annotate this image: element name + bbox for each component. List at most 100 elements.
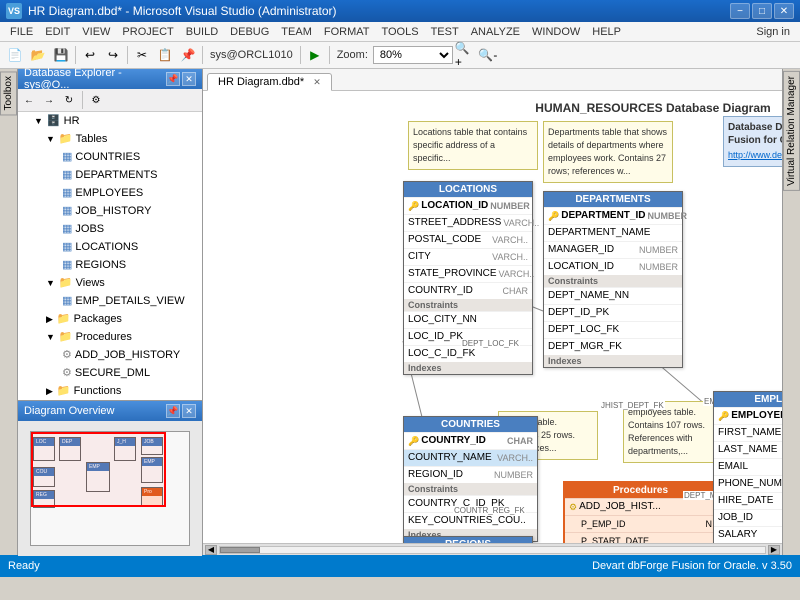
tree-item-hr[interactable]: ▼ 🗄️ HR	[18, 112, 202, 130]
explorer-forward-button[interactable]: →	[40, 91, 58, 109]
table-dept-const4[interactable]: DEPT_MGR_FK	[544, 338, 682, 355]
table-departments-location[interactable]: LOCATION_ID NUMBER	[544, 258, 682, 275]
toolbox-tab[interactable]: Toolbox	[0, 71, 17, 115]
close-button[interactable]: ✕	[774, 3, 794, 19]
overview-canvas[interactable]: LOC DEP COU REG	[18, 421, 202, 556]
table-countries-id[interactable]: 🔑 COUNTRY_ID CHAR	[404, 432, 537, 449]
scroll-right-button[interactable]: ▶	[768, 545, 780, 555]
table-departments-name[interactable]: DEPARTMENT_NAME	[544, 224, 682, 241]
menu-edit[interactable]: EDIT	[39, 24, 76, 40]
maximize-button[interactable]: □	[752, 3, 772, 19]
table-locations-state[interactable]: STATE_PROVINCE VARCH..	[404, 265, 532, 282]
table-locations-location-id[interactable]: 🔑 LOCATION_ID NUMBER	[404, 197, 532, 214]
menu-build[interactable]: BUILD	[180, 24, 224, 40]
table-countries-name[interactable]: COUNTRY_NAME VARCH..	[404, 449, 537, 466]
tree-item-regions[interactable]: ▦ REGIONS	[18, 256, 202, 274]
virtual-relation-manager-tab[interactable]: Virtual Relation Manager	[783, 71, 800, 191]
explorer-filter-button[interactable]: ⚙	[87, 91, 105, 109]
tree-item-tables[interactable]: ▼ 📁 Tables	[18, 130, 202, 148]
explorer-back-button[interactable]: ←	[20, 91, 38, 109]
tree-item-emp-details-view[interactable]: ▦ EMP_DETAILS_VIEW	[18, 292, 202, 310]
zoom-select[interactable]: 80% 100% 150% 50%	[373, 46, 453, 64]
table-dept-const1[interactable]: DEPT_NAME_NN	[544, 287, 682, 304]
table-dept-const3[interactable]: DEPT_LOC_FK	[544, 321, 682, 338]
table-countries[interactable]: COUNTRIES 🔑 COUNTRY_ID CHAR COUNTRY_NAME…	[403, 416, 538, 542]
table-locations-country[interactable]: COUNTRY_ID CHAR	[404, 282, 532, 299]
table-dept-const2[interactable]: DEPT_ID_PK	[544, 304, 682, 321]
proc-add-job[interactable]: ⚙ ADD_JOB_HIST...	[565, 498, 716, 515]
minimize-button[interactable]: −	[730, 3, 750, 19]
horizontal-scrollbar[interactable]: ◀ ▶	[203, 543, 782, 555]
table-employees-emp-id[interactable]: 🔑 EMPLOYEE_ID NUMBER	[714, 407, 782, 424]
table-locations-postal[interactable]: POSTAL_CODE VARCH..	[404, 231, 532, 248]
table-locations-street[interactable]: STREET_ADDRESS VARCH..	[404, 214, 532, 231]
save-button[interactable]: 💾	[50, 45, 72, 65]
table-departments[interactable]: DEPARTMENTS 🔑 DEPARTMENT_ID NUMBER DEPAR…	[543, 191, 683, 368]
table-departments-dept-id[interactable]: 🔑 DEPARTMENT_ID NUMBER	[544, 207, 682, 224]
new-project-button[interactable]: 📄	[4, 45, 26, 65]
overview-viewport[interactable]	[31, 432, 166, 507]
tree-item-job-history[interactable]: ▦ JOB_HISTORY	[18, 202, 202, 220]
overview-minimap[interactable]: LOC DEP COU REG	[30, 431, 190, 546]
run-button[interactable]: ▶	[304, 45, 326, 65]
tree-item-secure-dml[interactable]: ⚙ SECURE_DML	[18, 364, 202, 382]
panel-close-button[interactable]: ✕	[182, 72, 196, 86]
tab-hr-diagram[interactable]: HR Diagram.dbd* ✕	[207, 73, 332, 91]
table-emp-phone[interactable]: PHONE_NUMBERVARCHAR2	[714, 475, 782, 492]
zoom-out-button[interactable]: 🔍-	[477, 45, 499, 65]
panel-pin-button[interactable]: 📌	[166, 72, 180, 86]
paste-button[interactable]: 📌	[177, 45, 199, 65]
table-regions[interactable]: REGIONS 🔑 REGION_ID NUMBER REGION_NAME V…	[403, 536, 533, 543]
tree-item-packages[interactable]: ▶ 📁 Packages	[18, 310, 202, 328]
menu-file[interactable]: FILE	[4, 24, 39, 40]
table-employees[interactable]: EMPLOYEES 🔑 EMPLOYEE_ID NUMBER FIRST_NAM…	[713, 391, 782, 543]
explorer-refresh-button[interactable]: ↻	[60, 91, 78, 109]
menu-team[interactable]: TEAM	[275, 24, 318, 40]
scroll-thumb[interactable]	[220, 547, 260, 553]
cut-button[interactable]: ✂	[131, 45, 153, 65]
scroll-track[interactable]	[219, 546, 766, 554]
tab-hr-diagram-close[interactable]: ✕	[313, 77, 321, 87]
tree-item-views[interactable]: ▼ 📁 Views	[18, 274, 202, 292]
tree-item-departments[interactable]: ▦ DEPARTMENTS	[18, 166, 202, 184]
tree-item-functions[interactable]: ▶ 📁 Functions	[18, 382, 202, 400]
table-emp-job-id[interactable]: JOB_IDVARCHAR2	[714, 509, 782, 526]
menu-window[interactable]: WINDOW	[526, 24, 586, 40]
menu-analyze[interactable]: ANALYZE	[465, 24, 526, 40]
redo-button[interactable]: ↪	[102, 45, 124, 65]
tree-item-jobs[interactable]: ▦ JOBS	[18, 220, 202, 238]
tree-item-procedures[interactable]: ▼ 📁 Procedures	[18, 328, 202, 346]
open-button[interactable]: 📂	[27, 45, 49, 65]
overview-close-button[interactable]: ✕	[182, 404, 196, 418]
scroll-left-button[interactable]: ◀	[205, 545, 217, 555]
signin-button[interactable]: Sign in	[750, 24, 796, 40]
menu-help[interactable]: HELP	[586, 24, 627, 40]
table-locations-const1[interactable]: LOC_CITY_NN	[404, 311, 532, 328]
table-locations-city[interactable]: CITY VARCH..	[404, 248, 532, 265]
diagram-area[interactable]: HUMAN_RESOURCES Database Diagram	[203, 91, 782, 543]
menu-test[interactable]: TEST	[425, 24, 465, 40]
menu-project[interactable]: PROJECT	[116, 24, 179, 40]
table-departments-manager[interactable]: MANAGER_ID NUMBER	[544, 241, 682, 258]
table-emp-salary[interactable]: SALARYNUMBER	[714, 526, 782, 543]
table-emp-first-name[interactable]: FIRST_NAMEVARCHAR2	[714, 424, 782, 441]
tree-item-employees[interactable]: ▦ EMPLOYEES	[18, 184, 202, 202]
menu-tools[interactable]: TOOLS	[375, 24, 424, 40]
undo-button[interactable]: ↩	[79, 45, 101, 65]
table-emp-hire-date[interactable]: HIRE_DATEDATE	[714, 492, 782, 509]
table-countries-region[interactable]: REGION_ID NUMBER	[404, 466, 537, 483]
menu-view[interactable]: VIEW	[76, 24, 116, 40]
tree-item-locations[interactable]: ▦ LOCATIONS	[18, 238, 202, 256]
zoom-in-button[interactable]: 🔍+	[454, 45, 476, 65]
copy-button[interactable]: 📋	[154, 45, 176, 65]
table-emp-email[interactable]: EMAILVARCHAR2	[714, 458, 782, 475]
menu-debug[interactable]: DEBUG	[224, 24, 275, 40]
table-emp-last-name[interactable]: LAST_NAMEVARCHAR2	[714, 441, 782, 458]
overview-pin-button[interactable]: 📌	[166, 404, 180, 418]
tree-item-countries[interactable]: ▦ COUNTRIES	[18, 148, 202, 166]
tree-item-add-job-history[interactable]: ⚙ ADD_JOB_HISTORY	[18, 346, 202, 364]
info-box-url[interactable]: http://www.devart.com/dbforge/oracle/fus…	[728, 149, 782, 162]
menu-format[interactable]: FORMAT	[318, 24, 376, 40]
fk-label-jhist-dept: JHIST_DEPT_FK	[600, 401, 665, 410]
proc-name: ADD_JOB_HIST...	[579, 500, 661, 514]
